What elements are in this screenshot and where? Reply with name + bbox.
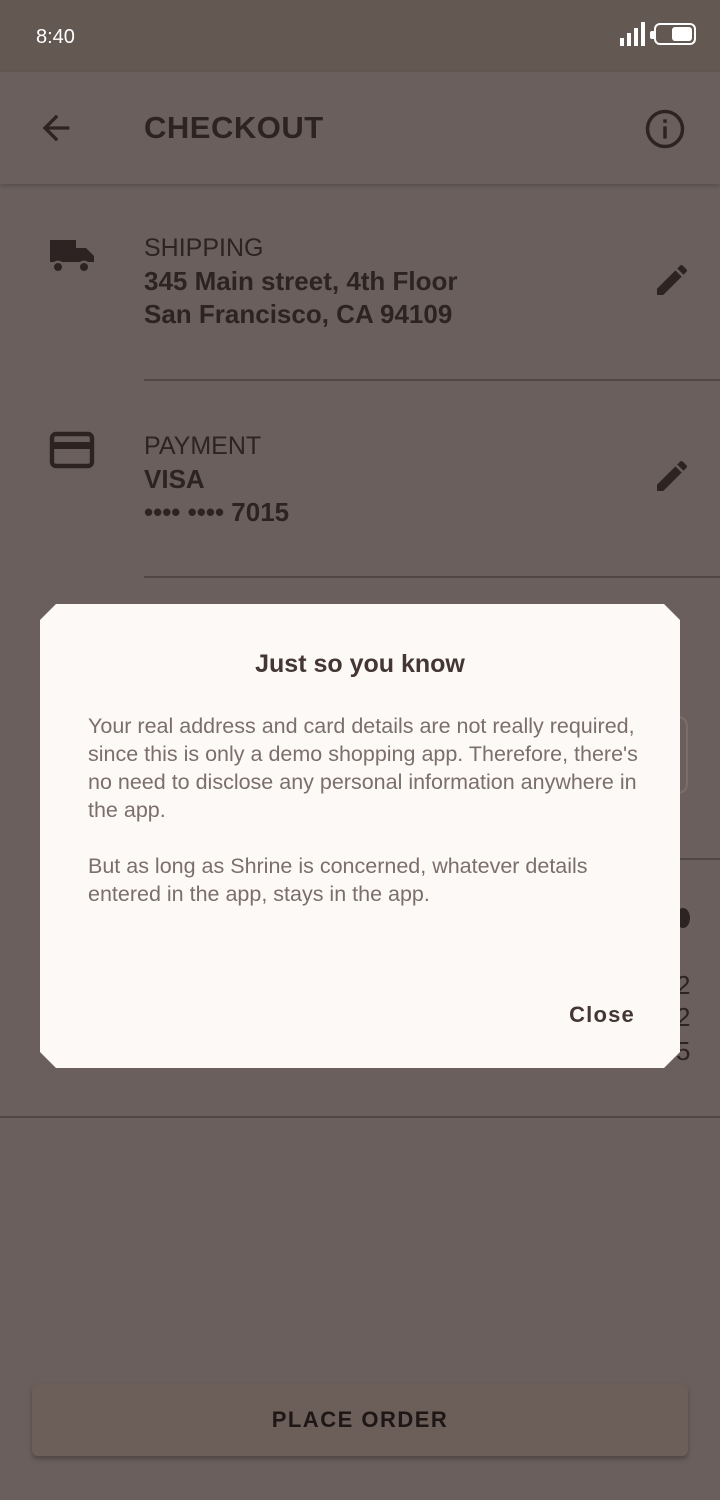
- edit-shipping-icon[interactable]: [652, 260, 692, 300]
- payment-section: PAYMENT VISA •••• •••• 7015: [0, 380, 720, 578]
- battery-icon: [650, 23, 696, 45]
- divider: [0, 1116, 720, 1118]
- edit-payment-icon[interactable]: [652, 456, 692, 496]
- truck-icon: [50, 240, 94, 274]
- payment-card-type: VISA: [144, 464, 205, 494]
- shipping-label: SHIPPING: [144, 234, 264, 262]
- dialog-paragraph: But as long as Shrine is concerned, what…: [88, 854, 588, 906]
- close-button[interactable]: Close: [569, 1002, 635, 1028]
- arrow-back-icon[interactable]: [36, 108, 76, 148]
- shipping-address-line1: 345 Main street, 4th Floor: [144, 266, 458, 296]
- info-dialog: Just so you know Your real address and c…: [40, 604, 680, 1068]
- status-time: 8:40: [36, 26, 75, 48]
- payment-card-number: •••• •••• 7015: [144, 497, 290, 527]
- signal-icon: [620, 22, 646, 46]
- divider: [144, 576, 720, 578]
- place-order-button[interactable]: PLACE ORDER: [32, 1384, 688, 1456]
- shipping-section: SHIPPING 345 Main street, 4th Floor San …: [0, 184, 720, 381]
- shipping-address-line2: San Francisco, CA 94109: [144, 299, 453, 329]
- page-title: CHECKOUT: [144, 110, 324, 145]
- divider: [680, 858, 720, 860]
- dialog-title: Just so you know: [255, 650, 465, 678]
- app-bar: CHECKOUT: [0, 72, 720, 184]
- dialog-body: Your real address and card details are n…: [88, 712, 648, 908]
- status-icons: [620, 22, 696, 46]
- dialog-paragraph: Your real address and card details are n…: [88, 714, 638, 822]
- info-icon[interactable]: [644, 108, 686, 150]
- payment-label: PAYMENT: [144, 432, 262, 460]
- status-bar: 8:40: [0, 0, 720, 72]
- credit-card-icon: [49, 431, 95, 469]
